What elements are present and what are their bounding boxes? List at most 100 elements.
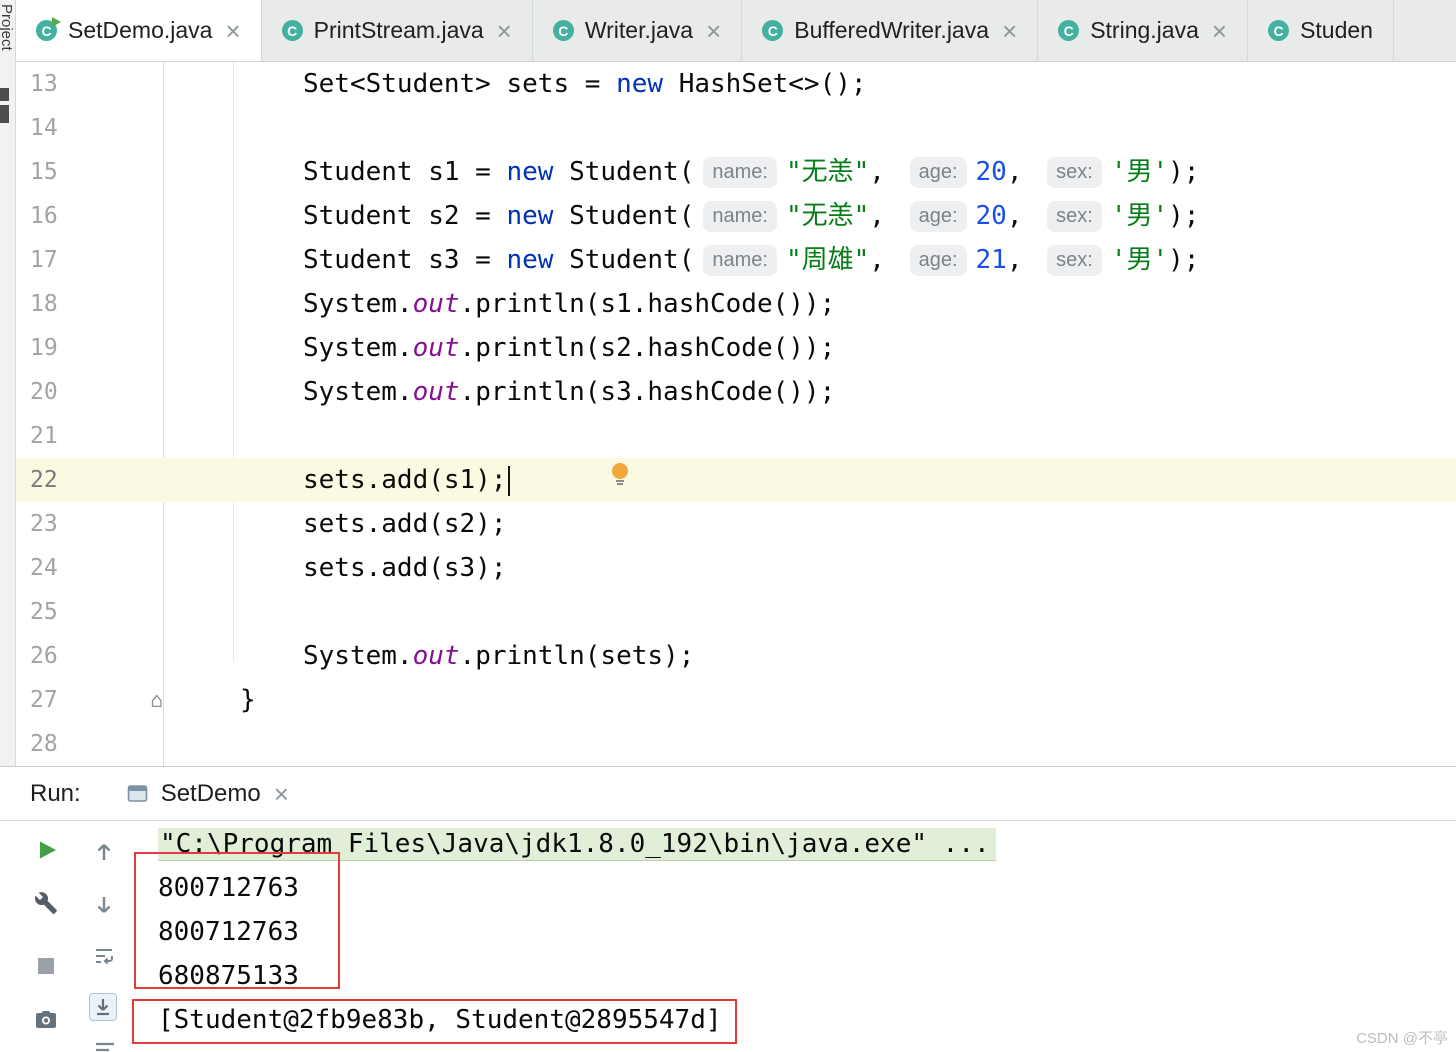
tab-printstream-java[interactable]: C PrintStream.java × <box>262 0 533 61</box>
line-number: 20 <box>30 379 58 405</box>
up-stack-trace-icon[interactable] <box>92 840 116 864</box>
project-tool-window-button[interactable]: Project <box>0 4 15 51</box>
class-icon: C <box>1268 20 1290 41</box>
code-token: ); <box>1168 157 1200 187</box>
run-label: Run: <box>30 779 81 807</box>
line-number: 15 <box>30 159 58 185</box>
close-icon[interactable]: × <box>274 781 289 807</box>
editor-line-19[interactable]: 19 System.out.println(s2.hashCode()); <box>16 326 1456 370</box>
code-token: .println(s2.hashCode()); <box>459 333 836 363</box>
close-icon[interactable]: × <box>1212 18 1227 44</box>
code-text: Student s1 = new Student(name: "无恙", age:… <box>163 150 1199 194</box>
code-token: Student( <box>553 201 695 231</box>
close-icon[interactable]: × <box>497 18 512 44</box>
line-number: 19 <box>30 335 58 361</box>
run-tab-label: SetDemo <box>160 779 261 807</box>
run-icon[interactable] <box>35 838 59 862</box>
editor-line-24[interactable]: 24 sets.add(s3); <box>16 546 1456 590</box>
tab-studen[interactable]: C Studen <box>1248 0 1394 61</box>
scroll-to-end-icon[interactable] <box>89 993 117 1021</box>
line-number: 22 <box>30 467 58 493</box>
editor-line-25[interactable]: 25 <box>16 590 1456 634</box>
editor-line-27[interactable]: 27 ⌂} <box>16 678 1456 722</box>
code-token: .println(s1.hashCode()); <box>459 289 836 319</box>
editor-line-22[interactable]: 22 sets.add(s1); <box>16 458 1456 502</box>
editor-line-14[interactable]: 14 <box>16 106 1456 150</box>
code-text: Set<Student> sets = new HashSet<>(); <box>163 62 867 106</box>
code-token: 21 <box>975 245 1007 275</box>
console-output-text: 800712763 <box>158 917 299 947</box>
line-number: 16 <box>30 203 58 229</box>
console-line: 680875133 <box>158 954 1456 998</box>
editor-line-16[interactable]: 16 Student s2 = new Student(name: "无恙", ag… <box>16 194 1456 238</box>
parameter-hint: sex: <box>1047 201 1102 232</box>
code-token: , <box>1006 157 1039 187</box>
code-token: , <box>1006 201 1039 231</box>
editor-line-15[interactable]: 15 Student s1 = new Student(name: "无恙", ag… <box>16 150 1456 194</box>
code-token: sets.add(s1); <box>303 465 507 495</box>
code-token: out <box>412 641 460 671</box>
line-number: 26 <box>30 643 58 669</box>
code-token: , <box>869 157 901 187</box>
console-line: 800712763 <box>158 910 1456 954</box>
wrench-settings-icon[interactable] <box>34 891 58 915</box>
code-token: "无恙" <box>785 201 870 231</box>
down-stack-trace-icon[interactable] <box>92 893 116 917</box>
code-text: sets.add(s1); <box>163 458 630 502</box>
code-token: System. <box>303 333 413 363</box>
close-icon[interactable]: × <box>225 18 240 44</box>
code-token: out <box>412 377 460 407</box>
intention-bulb-icon[interactable] <box>610 459 630 503</box>
ide-window: Project C SetDemo.java × C PrintStream.java ×… <box>0 0 1456 1052</box>
console-output-text: [Student@2fb9e83b, Student@2895547d] <box>158 1005 722 1035</box>
editor-line-28[interactable]: 28 <box>16 722 1456 766</box>
code-token: 20 <box>975 157 1007 187</box>
close-icon[interactable]: × <box>1002 18 1017 44</box>
code-token: new <box>506 245 554 275</box>
tool-strip-mark <box>0 88 9 101</box>
editor-line-26[interactable]: 26 System.out.println(sets); <box>16 634 1456 678</box>
soft-wrap-icon[interactable] <box>92 944 116 968</box>
code-token: sets.add(s3); <box>303 553 507 583</box>
code-text: System.out.println(sets); <box>163 634 694 678</box>
line-number: 24 <box>30 555 58 581</box>
editor-line-18[interactable]: 18 System.out.println(s1.hashCode()); <box>16 282 1456 326</box>
tab-setdemo-java[interactable]: C SetDemo.java × <box>16 0 262 61</box>
code-token: new <box>616 69 664 99</box>
watermark: CSDN @不亭 <box>1356 1030 1448 1047</box>
gutter-home-icon[interactable]: ⌂ <box>150 689 163 711</box>
editor-lines: 13 Set<Student> sets = new HashSet<>(); 14… <box>16 62 1456 766</box>
code-text: Student s2 = new Student(name: "无恙", age:… <box>163 194 1199 238</box>
editor-line-13[interactable]: 13 Set<Student> sets = new HashSet<>(); <box>16 62 1456 106</box>
tab-bufferedwriter-java[interactable]: C BufferedWriter.java × <box>742 0 1039 61</box>
editor-line-21[interactable]: 21 <box>16 414 1456 458</box>
editor-line-17[interactable]: 17 Student s3 = new Student(name: "周雄", ag… <box>16 238 1456 282</box>
tab-string-java[interactable]: C String.java × <box>1038 0 1249 61</box>
code-token: '男' <box>1110 201 1169 231</box>
tab-label: PrintStream.java <box>313 17 484 43</box>
tool-strip-mark <box>0 105 9 123</box>
code-token: , <box>1006 245 1039 275</box>
stop-icon[interactable] <box>36 956 56 976</box>
print-icon[interactable] <box>94 1042 116 1052</box>
run-tool-window-header: Run: SetDemo × <box>0 766 1456 821</box>
line-number: 14 <box>30 115 58 141</box>
code-token: HashSet<>(); <box>663 69 867 99</box>
screenshot-camera-icon[interactable] <box>34 1008 58 1032</box>
tab-label: Writer.java <box>584 17 694 43</box>
line-number: 28 <box>30 731 58 757</box>
editor-line-23[interactable]: 23 sets.add(s2); <box>16 502 1456 546</box>
tab-writer-java[interactable]: C Writer.java × <box>533 0 743 61</box>
close-icon[interactable]: × <box>706 18 721 44</box>
class-icon: C <box>1058 20 1080 41</box>
code-editor: 13 Set<Student> sets = new HashSet<>(); 14… <box>16 62 1456 766</box>
code-token: .println(s3.hashCode()); <box>459 377 836 407</box>
run-tab-setdemo[interactable]: SetDemo × <box>127 780 289 808</box>
editor-line-20[interactable]: 20 System.out.println(s3.hashCode()); <box>16 370 1456 414</box>
tab-label: String.java <box>1090 17 1199 43</box>
console-output-text: 800712763 <box>158 873 299 903</box>
line-number: 25 <box>30 599 58 625</box>
